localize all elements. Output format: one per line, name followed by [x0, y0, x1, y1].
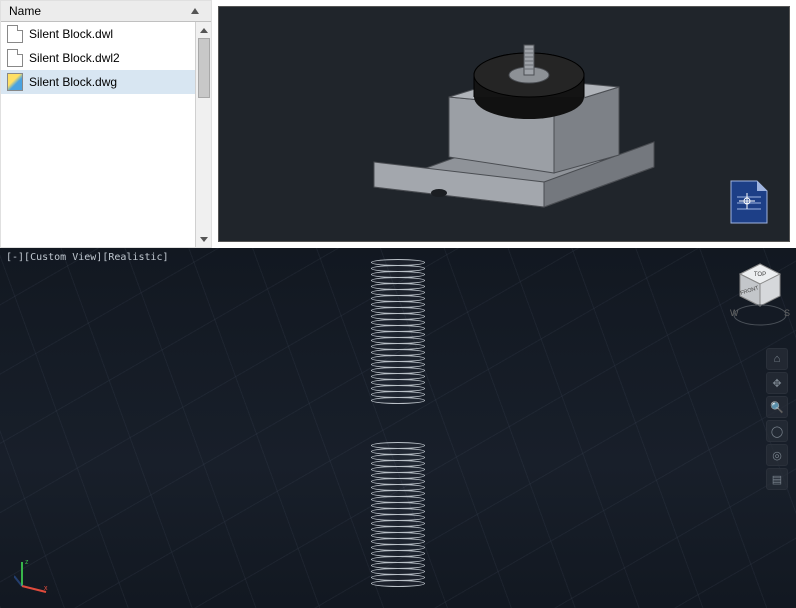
scrollbar-thumb[interactable]	[198, 38, 210, 98]
nav-orbit-button[interactable]: ◯	[766, 420, 788, 442]
ucs-gizmo[interactable]: z x	[14, 554, 54, 594]
file-icon	[7, 49, 23, 67]
model-viewport[interactable]: [-][Custom View][Realistic] TOP FRONT W …	[0, 248, 796, 608]
scroll-down-button[interactable]	[196, 231, 212, 247]
preview-3d-render	[219, 7, 789, 241]
preview-viewport[interactable]	[218, 6, 790, 242]
preview-panel	[212, 0, 796, 248]
file-list-header[interactable]: Name	[1, 1, 211, 22]
model-spring-bottom[interactable]	[370, 443, 426, 587]
viewcube[interactable]: TOP FRONT	[734, 258, 786, 310]
file-item-dwg[interactable]: Silent Block.dwg	[1, 70, 211, 94]
file-item-dwl2[interactable]: Silent Block.dwl2	[1, 46, 211, 70]
file-item-label: Silent Block.dwl2	[29, 51, 120, 65]
file-icon	[7, 25, 23, 43]
file-item-dwl[interactable]: Silent Block.dwl	[1, 22, 211, 46]
scrollbar-vertical[interactable]	[195, 22, 211, 247]
chevron-down-icon	[200, 237, 208, 242]
scroll-up-button[interactable]	[196, 22, 212, 38]
file-item-label: Silent Block.dwl	[29, 27, 113, 41]
viewport-label[interactable]: [-][Custom View][Realistic]	[6, 252, 169, 263]
ucs-x-label: x	[44, 585, 48, 592]
chevron-up-icon	[200, 28, 208, 33]
dwg-icon	[7, 73, 23, 91]
file-list-panel: Name Silent Block.dwl Silent Block.dwl2 …	[0, 0, 212, 248]
viewcube-top-label: TOP	[754, 272, 766, 278]
nav-pan-button[interactable]: ✥	[766, 372, 788, 394]
home-icon: ⌂	[774, 353, 781, 365]
wheel-icon: ◎	[772, 449, 782, 462]
nav-home-button[interactable]: ⌂	[766, 348, 788, 370]
zoom-icon: 🔍	[770, 401, 784, 414]
navigation-bar: ⌂ ✥ 🔍 ◯ ◎ ▤	[766, 348, 788, 490]
showmotion-icon: ▤	[772, 473, 782, 486]
nav-show-button[interactable]: ▤	[766, 468, 788, 490]
file-list-header-label: Name	[9, 4, 41, 18]
orbit-icon: ◯	[771, 425, 783, 438]
top-pane: Name Silent Block.dwl Silent Block.dwl2 …	[0, 0, 796, 248]
nav-wheel-button[interactable]: ◎	[766, 444, 788, 466]
file-item-label: Silent Block.dwg	[29, 75, 117, 89]
dwg-file-icon	[727, 177, 771, 227]
pan-icon: ✥	[772, 377, 781, 390]
nav-zoom-button[interactable]: 🔍	[766, 396, 788, 418]
file-list: Silent Block.dwl Silent Block.dwl2 Silen…	[1, 22, 211, 247]
ucs-z-label: z	[25, 559, 29, 566]
sort-asc-icon	[191, 8, 199, 14]
model-spring-top[interactable]	[370, 260, 426, 404]
